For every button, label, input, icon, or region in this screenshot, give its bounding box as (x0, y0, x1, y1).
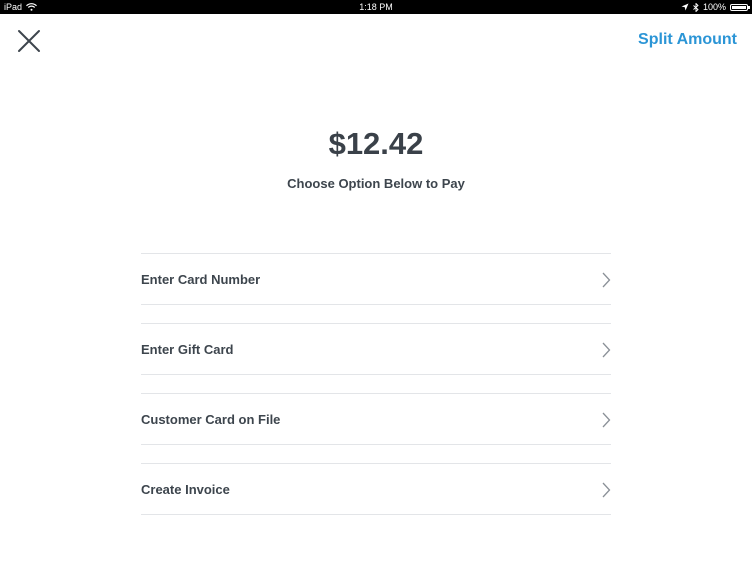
option-create-invoice[interactable]: Create Invoice (141, 463, 611, 515)
option-enter-card-number[interactable]: Enter Card Number (141, 253, 611, 305)
close-icon (18, 30, 40, 52)
option-label: Enter Card Number (141, 272, 261, 287)
status-right: 100% (681, 0, 750, 14)
payment-prompt: Choose Option Below to Pay (287, 176, 465, 191)
payment-amount: $12.42 (328, 126, 424, 161)
location-arrow-icon (681, 0, 689, 14)
battery-icon (730, 3, 750, 11)
status-time: 1:18 PM (359, 2, 393, 12)
option-label: Customer Card on File (141, 412, 281, 427)
chevron-right-icon (602, 412, 611, 428)
chevron-right-icon (602, 342, 611, 358)
chevron-right-icon (602, 272, 611, 288)
option-label: Enter Gift Card (141, 342, 234, 357)
option-enter-gift-card[interactable]: Enter Gift Card (141, 323, 611, 375)
battery-percent: 100% (702, 2, 726, 12)
chevron-right-icon (602, 482, 611, 498)
status-bar: iPad 1:18 PM 100% (0, 0, 752, 14)
payment-options-list: Enter Card Number Enter Gift Card Custom… (141, 253, 611, 533)
option-label: Create Invoice (141, 482, 230, 497)
bluetooth-icon (693, 0, 699, 14)
close-button[interactable] (14, 26, 44, 56)
option-customer-card-on-file[interactable]: Customer Card on File (141, 393, 611, 445)
split-amount-button[interactable]: Split Amount (638, 31, 737, 49)
